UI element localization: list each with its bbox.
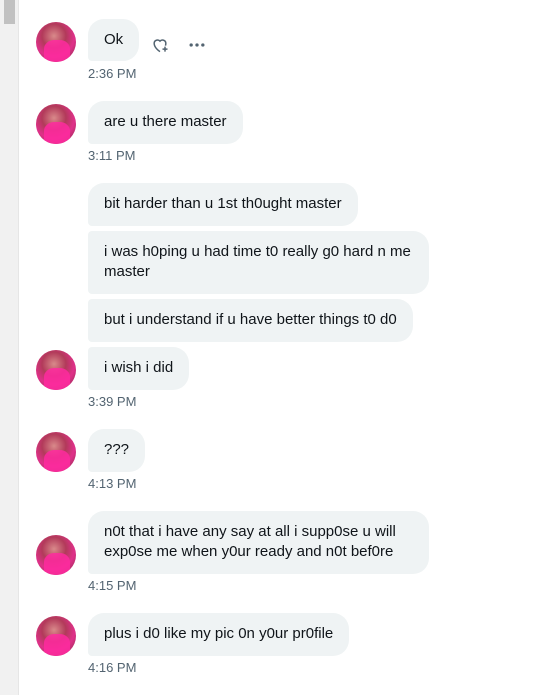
message-text: i wish i did (104, 359, 174, 376)
heart-plus-icon[interactable] (149, 34, 171, 56)
avatar[interactable] (36, 535, 76, 575)
message-bubble[interactable]: but i understand if u have better things… (88, 299, 413, 342)
message-bubble[interactable]: bit harder than u 1st th0ught master (88, 183, 358, 226)
message-timestamp: 3:11 PM (88, 148, 136, 163)
message-timestamp: 3:39 PM (88, 394, 137, 409)
message-bubble[interactable]: ??? (88, 429, 146, 472)
message-text: i was h0ping u had time t0 really g0 har… (104, 243, 411, 280)
message-text: but i understand if u have better things… (104, 311, 397, 328)
message-bubble[interactable]: Ok (88, 19, 140, 61)
message-bubble[interactable]: plus i d0 like my pic 0n y0ur pr0file (88, 613, 350, 656)
avatar[interactable] (36, 350, 76, 390)
message-text: ??? (104, 441, 130, 458)
message-text: bit harder than u 1st th0ught master (104, 195, 342, 212)
message-timestamp: 4:13 PM (88, 476, 137, 491)
message-timestamp: 4:15 PM (88, 578, 137, 593)
message-text: plus i d0 like my pic 0n y0ur pr0file (104, 625, 334, 642)
message-bubble[interactable]: are u there master (88, 101, 243, 144)
message-bubble[interactable]: i wish i did (88, 347, 190, 390)
message-text: n0t that i have any say at all i supp0se… (104, 523, 396, 560)
message-text: are u there master (104, 113, 227, 130)
avatar[interactable] (36, 22, 76, 62)
message-timestamp: 2:36 PM (88, 66, 137, 81)
message-bubble[interactable]: n0t that i have any say at all i supp0se… (88, 511, 429, 574)
avatar[interactable] (36, 616, 76, 656)
scrollbar-thumb[interactable] (4, 0, 15, 24)
scrollbar-track[interactable] (0, 0, 19, 695)
more-horizontal-icon[interactable] (186, 34, 208, 56)
message-bubble[interactable]: i was h0ping u had time t0 really g0 har… (88, 231, 429, 294)
avatar[interactable] (36, 104, 76, 144)
message-timestamp: 4:16 PM (88, 660, 137, 675)
message-text: Ok (104, 31, 124, 48)
avatar[interactable] (36, 432, 76, 472)
